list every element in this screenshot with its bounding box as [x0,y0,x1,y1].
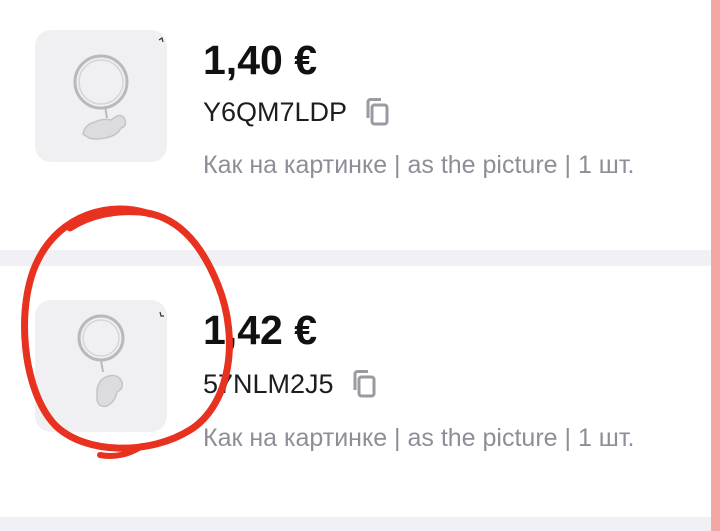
item-variant-description: Как на картинке | as the picture | 1 шт. [203,151,635,179]
section-divider [0,250,711,266]
keyring-product-image [73,37,164,140]
right-edge-strip [711,0,720,531]
copy-icon[interactable] [361,95,395,129]
keyring-product-image [77,311,164,408]
item-sku-code: 57NLM2J5 [203,368,334,399]
order-item-card[interactable]: 1,42 € 57NLM2J5 Как на картинке | as the… [0,266,711,517]
item-price: 1,42 € [203,307,317,353]
item-sku-code: Y6QM7LDP [203,96,348,127]
section-divider [0,517,711,531]
item-price: 1,40 € [203,37,317,83]
product-thumbnail[interactable] [35,300,167,432]
order-item-card[interactable]: 1,40 € Y6QM7LDP Как на картинке | as the… [0,0,711,250]
item-variant-description: Как на картинке | as the picture | 1 шт. [203,424,635,452]
product-thumbnail[interactable] [35,30,167,162]
copy-icon[interactable] [348,367,382,401]
